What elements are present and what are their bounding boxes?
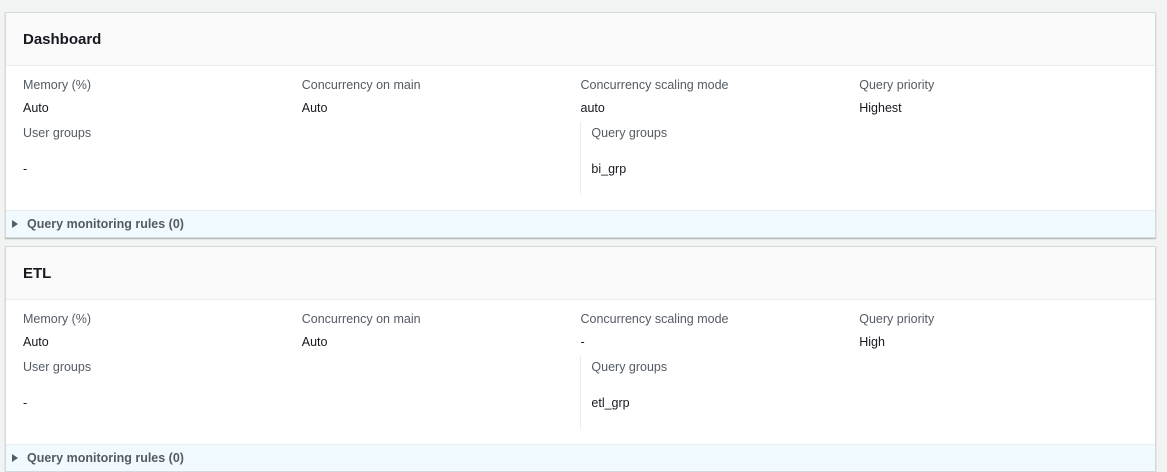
query-monitoring-rules-label: Query monitoring rules (0) <box>27 217 184 231</box>
scaling-mode-field: Concurrency scaling mode auto <box>581 77 860 122</box>
user-groups-value: - <box>23 162 28 176</box>
query-monitoring-rules-label: Query monitoring rules (0) <box>27 451 184 465</box>
user-groups-label: User groups <box>23 126 92 140</box>
concurrency-label: Concurrency on main <box>301 78 421 92</box>
concurrency-value: Auto <box>301 335 328 349</box>
panel-title: ETL <box>23 264 52 282</box>
caret-right-icon <box>12 454 18 462</box>
query-groups-label: Query groups <box>591 360 668 374</box>
memory-label: Memory (%) <box>23 312 92 326</box>
groups-row: User groups - Query groups bi_grp <box>6 122 1155 210</box>
query-monitoring-rules-toggle[interactable]: Query monitoring rules (0) <box>6 444 1155 471</box>
query-groups-value: bi_grp <box>591 162 627 176</box>
priority-label: Query priority <box>859 312 935 326</box>
panel-title: Dashboard <box>23 30 102 48</box>
priority-value: Highest <box>859 101 902 115</box>
caret-right-icon <box>12 220 18 228</box>
user-groups-field: User groups - <box>23 122 580 210</box>
scaling-mode-label: Concurrency scaling mode <box>580 312 729 326</box>
memory-field: Memory (%) Auto <box>23 77 302 122</box>
query-groups-field: Query groups etl_grp <box>580 356 1138 429</box>
memory-value: Auto <box>23 101 49 115</box>
query-groups-field: Query groups bi_grp <box>580 122 1138 195</box>
settings-row: Memory (%) Auto Concurrency on main Auto… <box>6 300 1155 356</box>
priority-field: Query priority High <box>859 311 1138 356</box>
memory-value: Auto <box>23 335 49 349</box>
concurrency-label: Concurrency on main <box>301 312 421 326</box>
query-groups-value: etl_grp <box>591 396 630 410</box>
priority-value: High <box>859 335 885 349</box>
concurrency-field: Concurrency on main Auto <box>302 77 581 122</box>
query-groups-label: Query groups <box>591 126 668 140</box>
scaling-mode-label: Concurrency scaling mode <box>580 78 729 92</box>
priority-field: Query priority Highest <box>859 77 1138 122</box>
scaling-mode-value: - <box>580 335 585 349</box>
panel-body: Memory (%) Auto Concurrency on main Auto… <box>6 300 1155 444</box>
memory-label: Memory (%) <box>23 78 92 92</box>
panel-header: ETL <box>6 247 1155 300</box>
groups-row: User groups - Query groups etl_grp <box>6 356 1155 444</box>
concurrency-value: Auto <box>301 101 328 115</box>
queue-panel-etl: ETL Memory (%) Auto Concurrency on main … <box>5 246 1156 472</box>
panel-header: Dashboard <box>6 13 1155 66</box>
user-groups-value: - <box>23 396 28 410</box>
scaling-mode-field: Concurrency scaling mode - <box>581 311 860 356</box>
panel-body: Memory (%) Auto Concurrency on main Auto… <box>6 66 1155 210</box>
query-monitoring-rules-toggle[interactable]: Query monitoring rules (0) <box>6 210 1155 237</box>
memory-field: Memory (%) Auto <box>23 311 302 356</box>
scaling-mode-value: auto <box>580 101 605 115</box>
settings-row: Memory (%) Auto Concurrency on main Auto… <box>6 66 1155 122</box>
queue-panel-dashboard: Dashboard Memory (%) Auto Concurrency on… <box>5 12 1156 238</box>
priority-label: Query priority <box>859 78 935 92</box>
user-groups-field: User groups - <box>23 356 580 444</box>
user-groups-label: User groups <box>23 360 92 374</box>
concurrency-field: Concurrency on main Auto <box>302 311 581 356</box>
